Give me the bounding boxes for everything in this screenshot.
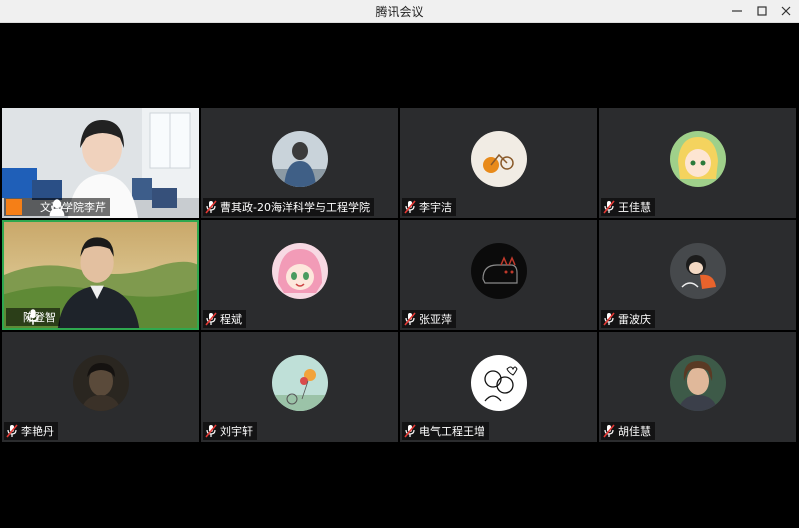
participant-tile[interactable]: 李宇洁 — [400, 108, 597, 218]
participant-tile[interactable]: 程斌 — [201, 220, 398, 330]
video-grid: 文理学院李芹 曹其政-20海洋科学与工程学院 李宇洁 王佳慧 陈登智 程斌 张亚… — [0, 23, 799, 528]
participant-tile-speaking[interactable]: 陈登智 — [2, 220, 199, 330]
avatar — [470, 243, 527, 299]
mic-icon — [8, 309, 39, 325]
participant-name: 张亚萍 — [419, 313, 452, 326]
participant-name: 电气工程王增 — [419, 425, 485, 438]
participant-label: 胡佳慧 — [601, 422, 655, 440]
maximize-icon — [757, 6, 767, 16]
mic-icon — [25, 199, 63, 215]
minimize-icon — [732, 10, 742, 12]
participant-tile[interactable]: 电气工程王增 — [400, 332, 597, 442]
mic-muted-icon — [603, 200, 615, 214]
participant-label: 雷波庆 — [601, 310, 655, 328]
mic-muted-icon — [603, 312, 615, 326]
avatar — [669, 355, 726, 411]
avatar — [72, 355, 129, 411]
minimize-button[interactable] — [724, 0, 750, 22]
participant-label: 刘宇轩 — [203, 422, 257, 440]
participant-tile[interactable]: 文理学院李芹 — [2, 108, 199, 218]
avatar — [271, 243, 328, 299]
avatar — [470, 131, 527, 187]
participant-label: 文理学院李芹 — [4, 198, 110, 216]
avatar — [271, 131, 328, 187]
title-bar: 腾讯会议 — [0, 0, 799, 23]
participant-tile[interactable]: 张亚萍 — [400, 220, 597, 330]
participant-label: 李艳丹 — [4, 422, 58, 440]
participant-name: 李宇洁 — [419, 201, 452, 214]
participant-label: 电气工程王增 — [402, 422, 489, 440]
participant-name: 刘宇轩 — [220, 425, 253, 438]
participant-tile[interactable]: 刘宇轩 — [201, 332, 398, 442]
mic-muted-icon — [404, 312, 416, 326]
mic-muted-icon — [404, 424, 416, 438]
close-icon — [781, 6, 791, 16]
avatar — [470, 355, 527, 411]
participant-name: 程斌 — [220, 313, 242, 326]
participant-name: 曹其政-20海洋科学与工程学院 — [220, 201, 370, 214]
close-button[interactable] — [773, 0, 799, 22]
mic-muted-icon — [205, 200, 217, 214]
mic-muted-icon — [205, 312, 217, 326]
participant-label: 李宇洁 — [402, 198, 456, 216]
mic-muted-icon — [6, 424, 18, 438]
participant-label: 曹其政-20海洋科学与工程学院 — [203, 198, 374, 216]
avatar — [271, 355, 328, 411]
participant-name: 王佳慧 — [618, 201, 651, 214]
participant-tile[interactable]: 胡佳慧 — [599, 332, 796, 442]
participant-name: 雷波庆 — [618, 313, 651, 326]
mic-muted-icon — [603, 424, 615, 438]
avatar — [669, 131, 726, 187]
participant-label: 陈登智 — [6, 308, 60, 326]
mic-muted-icon — [205, 424, 217, 438]
participant-name: 李艳丹 — [21, 425, 54, 438]
participant-tile[interactable]: 曹其政-20海洋科学与工程学院 — [201, 108, 398, 218]
maximize-button[interactable] — [749, 0, 775, 22]
avatar — [669, 243, 726, 299]
participant-tile[interactable]: 李艳丹 — [2, 332, 199, 442]
participant-tile[interactable]: 王佳慧 — [599, 108, 796, 218]
participant-label: 张亚萍 — [402, 310, 456, 328]
participant-tile[interactable]: 雷波庆 — [599, 220, 796, 330]
participant-label: 程斌 — [203, 310, 246, 328]
mic-muted-icon — [404, 200, 416, 214]
participant-label: 王佳慧 — [601, 198, 655, 216]
participant-name: 胡佳慧 — [618, 425, 651, 438]
window-title: 腾讯会议 — [375, 5, 424, 19]
